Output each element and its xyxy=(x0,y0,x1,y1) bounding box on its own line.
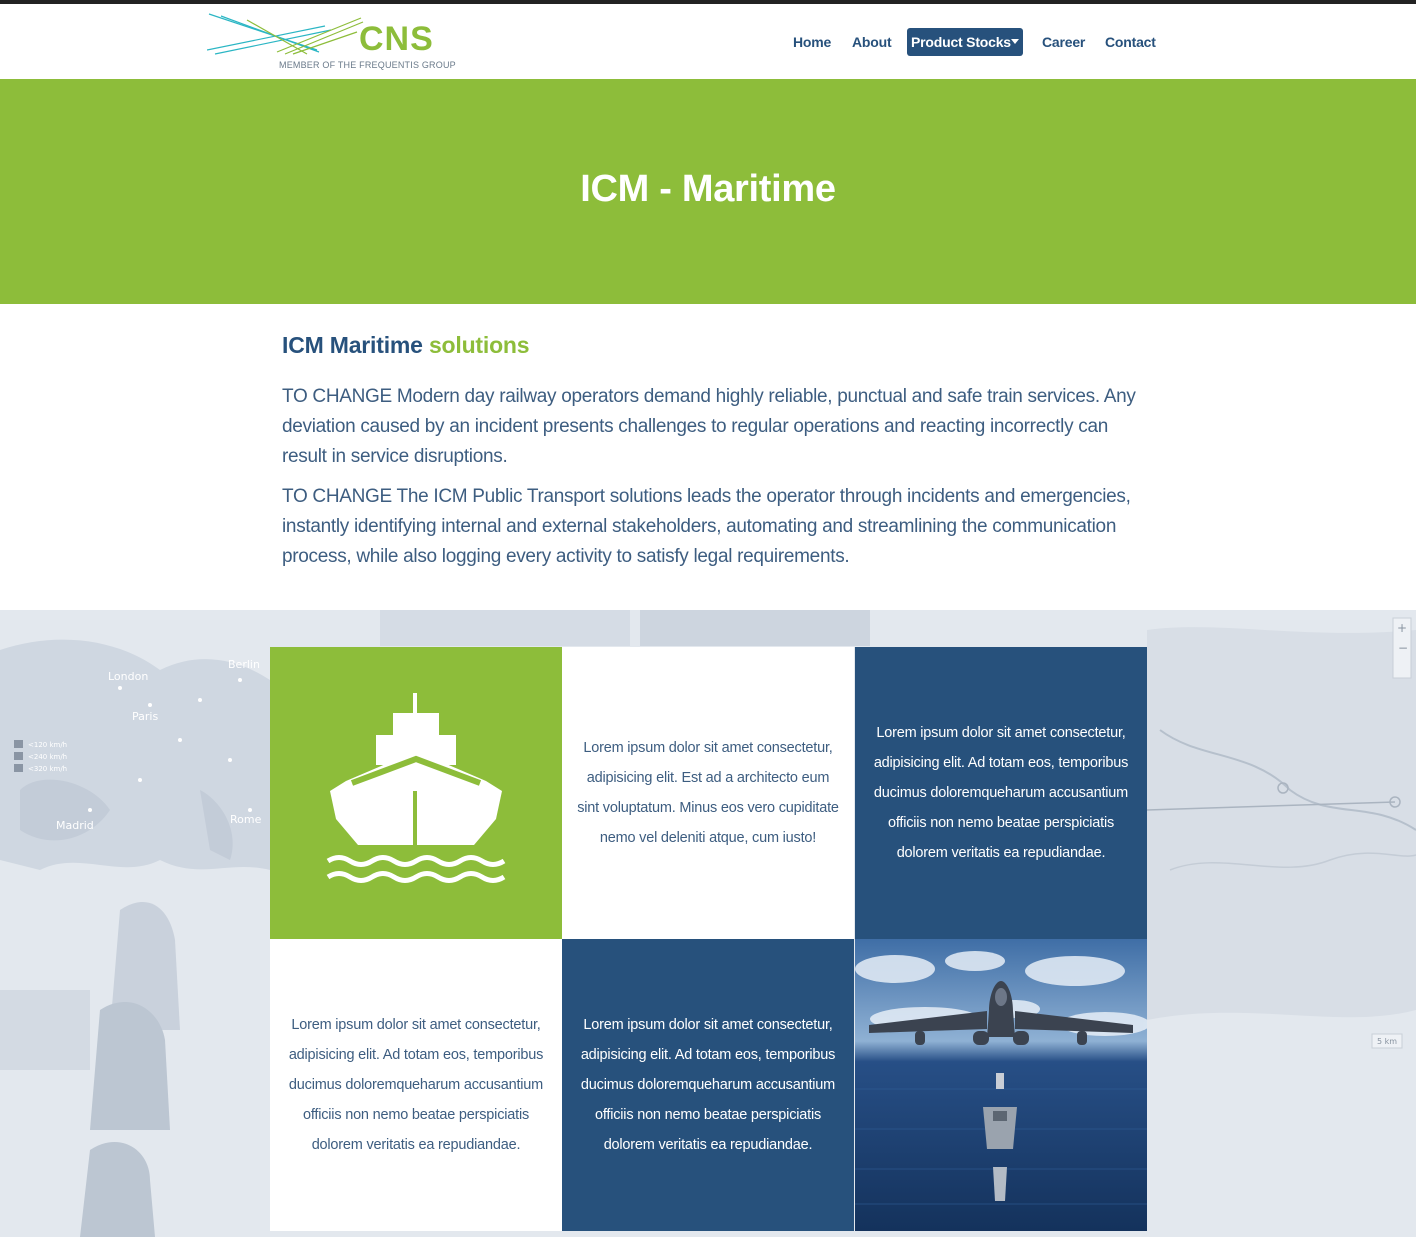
intro-heading-main: ICM Maritime xyxy=(282,332,423,358)
intro-paragraph-2: TO CHANGE The ICM Public Transport solut… xyxy=(282,486,1131,567)
map-scale-label: 5 km xyxy=(1377,1037,1397,1046)
svg-text:+: + xyxy=(1397,621,1407,635)
feature-text-3: Lorem ipsum dolor sit amet consectetur, … xyxy=(288,1017,544,1153)
intro-paragraph-1: TO CHANGE Modern day railway operators d… xyxy=(282,386,1136,467)
site-header: CNS MEMBER OF THE FREQUENTIS GROUP Home … xyxy=(0,4,1416,79)
feature-text-2: Lorem ipsum dolor sit amet consectetur, … xyxy=(873,725,1129,861)
map-label-paris: Paris xyxy=(132,710,158,723)
map-label-madrid: Madrid xyxy=(56,819,94,832)
map-legend-1: <120 km/h xyxy=(28,741,67,749)
feature-tile-4: Lorem ipsum dolor sit amet consectetur, … xyxy=(562,939,854,1231)
cns-logo[interactable]: CNS MEMBER OF THE FREQUENTIS GROUP xyxy=(207,12,456,74)
intro-heading: ICM Maritime solutions xyxy=(282,330,1142,360)
fighter-jet-photo-illustration xyxy=(855,939,1147,1231)
nav-contact[interactable]: Contact xyxy=(1105,28,1156,56)
nav-career[interactable]: Career xyxy=(1042,28,1085,56)
nav-home[interactable]: Home xyxy=(793,28,831,56)
map-legend-3: <320 km/h xyxy=(28,765,67,773)
map-label-rome: Rome xyxy=(230,813,262,826)
logo-tagline: MEMBER OF THE FREQUENTIS GROUP xyxy=(279,60,456,70)
feature-tile-1: Lorem ipsum dolor sit amet consectetur, … xyxy=(562,647,854,939)
caret-down-icon xyxy=(1011,39,1019,44)
fighter-jet-and-fleet-photo xyxy=(855,939,1147,1231)
ship-icon xyxy=(326,693,506,883)
nav-product-stocks-dropdown[interactable]: Product Stocks xyxy=(907,28,1023,56)
nav-product-stocks-label: Product Stocks xyxy=(911,34,1011,50)
feature-text-4: Lorem ipsum dolor sit amet consectetur, … xyxy=(580,1017,836,1153)
logo-wordmark: CNS xyxy=(359,20,434,58)
feature-tile-2: Lorem ipsum dolor sit amet consectetur, … xyxy=(855,647,1147,939)
map-label-berlin: Berlin xyxy=(228,658,260,671)
hero-banner: ICM - Maritime xyxy=(0,79,1416,304)
map-legend-2: <240 km/h xyxy=(28,753,67,761)
svg-text:−: − xyxy=(1398,641,1408,655)
intro-section: ICM Maritime solutions TO CHANGE Modern … xyxy=(282,330,1142,572)
feature-tile-3: Lorem ipsum dolor sit amet consectetur, … xyxy=(270,939,562,1231)
feature-text-1: Lorem ipsum dolor sit amet consectetur, … xyxy=(577,740,839,846)
nav-about[interactable]: About xyxy=(852,28,892,56)
ship-icon-tile xyxy=(270,647,562,939)
page-title: ICM - Maritime xyxy=(580,168,836,210)
feature-grid: Lorem ipsum dolor sit amet consectetur, … xyxy=(270,647,1147,1231)
map-label-london: London xyxy=(108,670,148,683)
logo-rays-icon xyxy=(207,13,364,55)
intro-heading-accent: solutions xyxy=(428,332,530,358)
